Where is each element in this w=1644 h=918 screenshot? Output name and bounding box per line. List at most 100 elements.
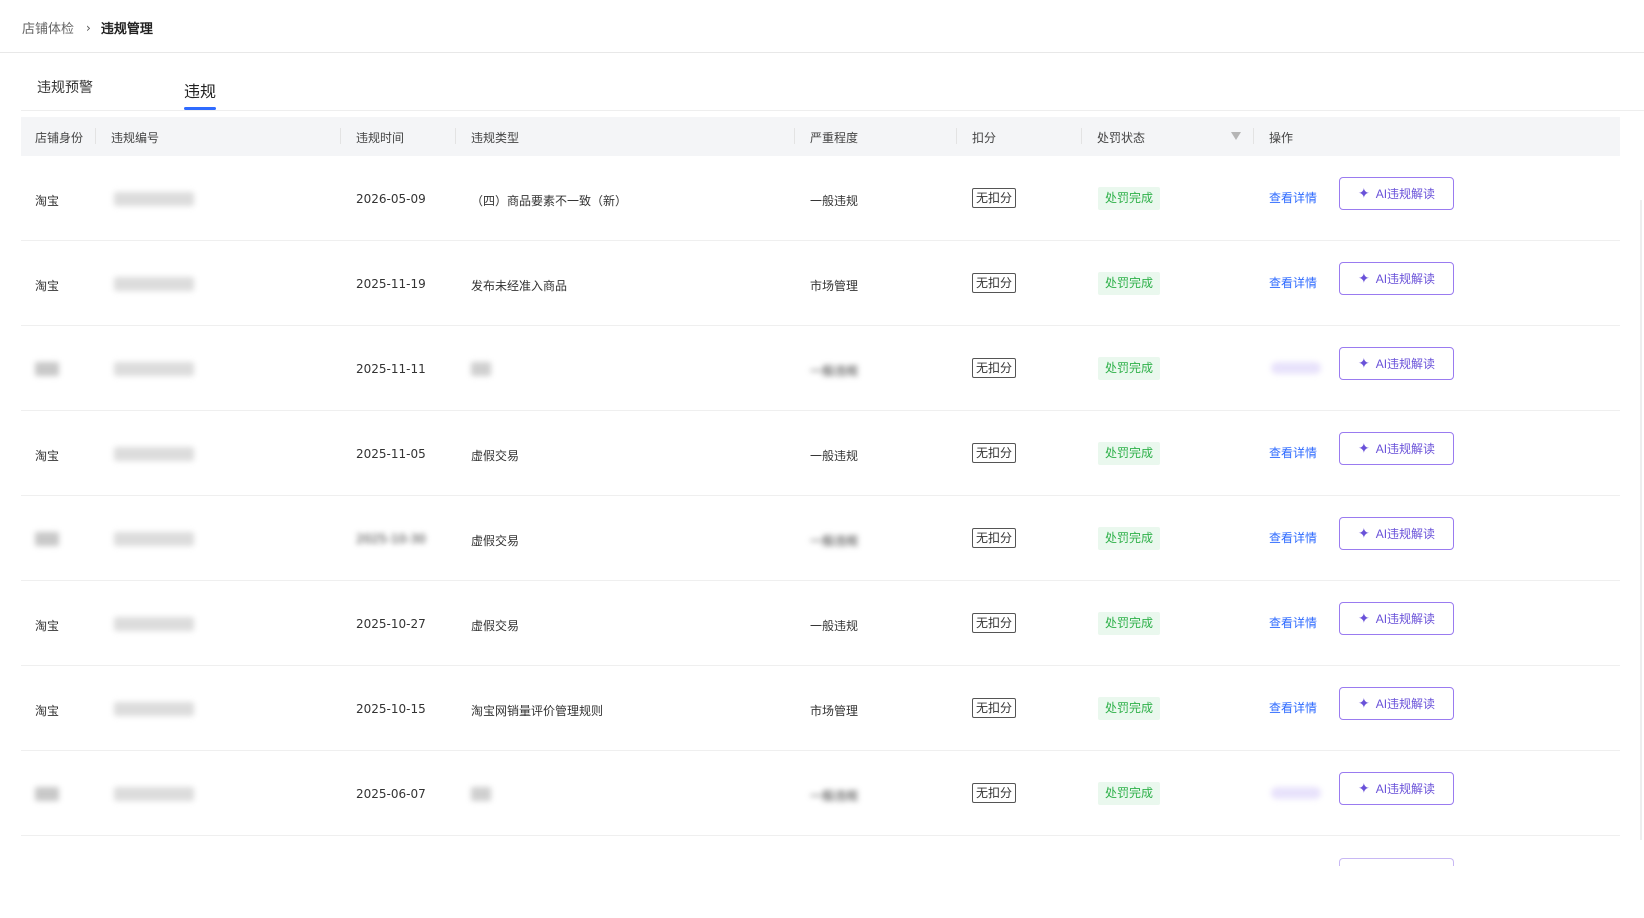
violation-type: （四）商品要素不一致（新） bbox=[471, 194, 628, 208]
breadcrumb-current: 违规管理 bbox=[100, 22, 153, 37]
severity: 一般违规 bbox=[810, 619, 859, 633]
violation-id-redacted bbox=[114, 617, 194, 631]
view-detail-link-redacted[interactable] bbox=[1271, 362, 1321, 374]
table-header: 店铺身份 违规编号 违规时间 违规类型 严重程度 扣分 处罚状态 操作 bbox=[21, 117, 1620, 156]
sparkle-icon: ✦ bbox=[1357, 610, 1370, 626]
column-header-action: 操作 bbox=[1269, 131, 1294, 145]
deduction-badge: 无扣分 bbox=[972, 698, 1017, 718]
violation-time: 2025-10-27 bbox=[356, 617, 426, 631]
breadcrumb-parent-link[interactable]: 店铺体检 bbox=[22, 18, 74, 37]
column-divider bbox=[1253, 128, 1254, 144]
violation-id-redacted bbox=[114, 277, 194, 291]
violation-id-redacted bbox=[114, 192, 194, 206]
view-detail-link[interactable]: 查看详情 bbox=[1269, 699, 1317, 716]
shop-identity: 淘宝 bbox=[35, 279, 60, 293]
column-header-severity: 严重程度 bbox=[810, 131, 859, 145]
breadcrumb: 店铺体检 › 违规管理 bbox=[22, 18, 153, 38]
penalty-status-badge: 处罚完成 bbox=[1098, 612, 1161, 635]
violation-time: 2025-06-07 bbox=[356, 787, 426, 801]
view-detail-link[interactable]: 查看详情 bbox=[1269, 614, 1317, 631]
table-row: 2025-11-11 一般违规 无扣分 处罚完成 ✦ AI违规解读 bbox=[21, 326, 1620, 411]
ai-interpret-button[interactable]: ✦ AI违规解读 bbox=[1339, 517, 1454, 550]
ai-interpret-label: AI违规解读 bbox=[1375, 782, 1436, 796]
ai-interpret-label: AI违规解读 bbox=[1375, 697, 1436, 711]
violation-id-redacted bbox=[114, 702, 194, 716]
table-row: 淘宝 2025-11-05 虚假交易 一般违规 无扣分 处罚完成 查看详情 ✦ A… bbox=[21, 411, 1620, 496]
shop-identity-redacted bbox=[35, 532, 59, 546]
ai-interpret-button[interactable]: ✦ AI违规解读 bbox=[1339, 177, 1454, 210]
violation-time: 2025-11-11 bbox=[356, 362, 426, 376]
tab-violation[interactable]: 违规 bbox=[184, 78, 216, 102]
tab-violation-warning[interactable]: 违规预警 bbox=[37, 77, 93, 97]
deduction-badge: 无扣分 bbox=[972, 273, 1017, 293]
shop-identity: 淘宝 bbox=[35, 619, 60, 633]
deduction-badge: 无扣分 bbox=[972, 613, 1017, 633]
deduction-badge: 无扣分 bbox=[972, 188, 1017, 208]
deduction-badge: 无扣分 bbox=[972, 528, 1017, 548]
ai-interpret-button[interactable]: ✦ AI违规解读 bbox=[1339, 687, 1454, 720]
violation-type: 虚假交易 bbox=[471, 619, 520, 633]
top-bar: 店铺体检 › 违规管理 bbox=[0, 0, 1644, 53]
view-detail-link[interactable]: 查看详情 bbox=[1269, 444, 1317, 461]
tab-bar: 违规预警 违规 bbox=[21, 53, 1644, 111]
status-filter-icon[interactable] bbox=[1231, 132, 1241, 140]
penalty-status-badge: 处罚完成 bbox=[1098, 357, 1161, 380]
penalty-status-badge: 处罚完成 bbox=[1098, 442, 1161, 465]
column-divider bbox=[95, 128, 96, 144]
view-detail-link[interactable]: 查看详情 bbox=[1269, 274, 1317, 291]
sparkle-icon: ✦ bbox=[1357, 525, 1370, 541]
severity: 一般违规 bbox=[810, 194, 859, 208]
violation-id-redacted bbox=[114, 362, 194, 376]
column-divider bbox=[340, 128, 341, 144]
sparkle-icon: ✦ bbox=[1357, 355, 1370, 371]
ai-interpret-button[interactable]: ✦ AI违规解读 bbox=[1339, 602, 1454, 635]
view-detail-link[interactable]: 查看详情 bbox=[1269, 189, 1317, 206]
severity: 市场管理 bbox=[810, 704, 859, 718]
shop-identity: 淘宝 bbox=[35, 194, 60, 208]
column-header-status: 处罚状态 bbox=[1097, 131, 1146, 145]
sparkle-icon: ✦ bbox=[1357, 440, 1370, 456]
severity: 一般违规 bbox=[810, 449, 859, 463]
column-header-identity: 店铺身份 bbox=[35, 131, 84, 145]
scrollbar[interactable] bbox=[1640, 200, 1642, 840]
violation-time: 2025-11-05 bbox=[356, 447, 426, 461]
ai-interpret-button[interactable]: ✦ AI违规解读 bbox=[1339, 772, 1454, 805]
view-detail-link-redacted[interactable] bbox=[1271, 787, 1321, 799]
breadcrumb-separator-icon: › bbox=[86, 20, 91, 35]
table-row: 淘宝 2025-11-19 发布未经准入商品 市场管理 无扣分 处罚完成 查看详… bbox=[21, 241, 1620, 326]
ai-interpret-button[interactable]: ✦ AI违规解读 bbox=[1339, 432, 1454, 465]
table-row: 淘宝 2026-05-09 （四）商品要素不一致（新） 一般违规 无扣分 处罚完… bbox=[21, 156, 1620, 241]
column-divider bbox=[455, 128, 456, 144]
severity: 一般违规 bbox=[810, 789, 859, 803]
ai-interpret-label: AI违规解读 bbox=[1375, 527, 1436, 541]
ai-interpret-button[interactable]: ✦ AI违规解读 bbox=[1339, 347, 1454, 380]
deduction-badge: 无扣分 bbox=[972, 358, 1017, 378]
table-row: 2025-10-30 虚假交易 一般违规 无扣分 处罚完成 查看详情 ✦ AI违规… bbox=[21, 496, 1620, 581]
active-tab-indicator bbox=[184, 107, 216, 110]
ai-interpret-button[interactable]: ✦ AI违规解读 bbox=[1339, 262, 1454, 295]
violation-time: 2026-05-09 bbox=[356, 192, 426, 206]
page-bottom bbox=[0, 866, 1644, 918]
view-detail-link[interactable]: 查看详情 bbox=[1269, 529, 1317, 546]
ai-interpret-label: AI违规解读 bbox=[1375, 357, 1436, 371]
table-row: 2025-06-07 一般违规 无扣分 处罚完成 ✦ AI违规解读 bbox=[21, 751, 1620, 836]
sparkle-icon: ✦ bbox=[1357, 695, 1370, 711]
deduction-badge: 无扣分 bbox=[972, 783, 1017, 803]
violation-id-redacted bbox=[114, 532, 194, 546]
shop-identity: 淘宝 bbox=[35, 449, 60, 463]
column-header-time: 违规时间 bbox=[356, 131, 405, 145]
penalty-status-badge: 处罚完成 bbox=[1098, 697, 1161, 720]
severity: 市场管理 bbox=[810, 279, 859, 293]
ai-interpret-label: AI违规解读 bbox=[1375, 612, 1436, 626]
violation-type: 虚假交易 bbox=[471, 449, 520, 463]
violation-id-redacted bbox=[114, 787, 194, 801]
column-divider bbox=[794, 128, 795, 144]
violation-table: 店铺身份 违规编号 违规时间 违规类型 严重程度 扣分 处罚状态 操作 淘宝 2… bbox=[21, 117, 1620, 836]
column-header-deduction: 扣分 bbox=[972, 131, 997, 145]
violation-type: 淘宝网销量评价管理规则 bbox=[471, 704, 604, 718]
sparkle-icon: ✦ bbox=[1357, 780, 1370, 796]
sparkle-icon: ✦ bbox=[1357, 270, 1370, 286]
ai-interpret-label: AI违规解读 bbox=[1375, 272, 1436, 286]
column-divider bbox=[1081, 128, 1082, 144]
shop-identity: 淘宝 bbox=[35, 704, 60, 718]
